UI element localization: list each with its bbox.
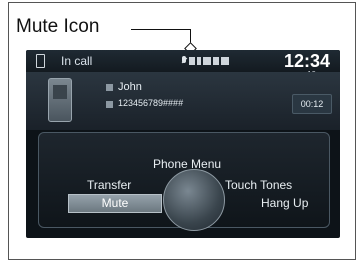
status-bar: In call 12:34 (26, 50, 340, 72)
phone-icon (36, 54, 45, 68)
phone-menu-panel: Phone Menu Transfer Touch Tones Mute Han… (38, 132, 330, 231)
hfl-icon (221, 57, 229, 65)
contact-number: 123456789#### (118, 98, 184, 108)
contact-name: John (118, 81, 142, 93)
selector-dial-icon[interactable] (163, 169, 225, 231)
mute-icon (181, 56, 187, 66)
status-icons (181, 56, 229, 66)
contact-icon (106, 84, 113, 91)
battery-icon (203, 57, 211, 65)
phone-graphic-icon (48, 78, 72, 122)
signal-icon (197, 57, 201, 65)
call-status-text: In call (61, 54, 93, 68)
callout-label: Mute Icon (16, 16, 100, 37)
menu-item-hang-up[interactable]: Hang Up (261, 196, 308, 210)
call-info-panel: John 123456789#### 00:12 (26, 72, 340, 130)
callout-leader-line (131, 29, 190, 30)
call-duration: 00:12 (292, 94, 332, 114)
menu-title: Phone Menu (153, 157, 222, 171)
phone-screen: In call 12:34 10 John 123456789#### 00:1… (26, 50, 340, 238)
clock: 12:34 (283, 51, 330, 71)
roaming-icon (213, 57, 219, 65)
menu-item-mute[interactable]: Mute (68, 194, 162, 213)
menu-item-touch-tones[interactable]: Touch Tones (225, 178, 292, 192)
number-icon (106, 101, 113, 108)
bluetooth-icon (189, 57, 195, 65)
menu-item-transfer[interactable]: Transfer (87, 178, 131, 192)
